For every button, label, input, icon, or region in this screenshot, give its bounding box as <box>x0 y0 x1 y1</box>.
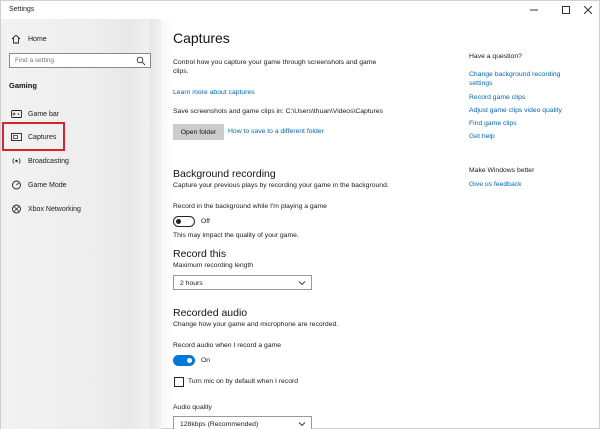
sidebar-item-game-bar[interactable]: Game bar <box>1 104 161 124</box>
search-icon[interactable] <box>136 56 146 66</box>
audio-quality-label: Audio quality <box>173 404 212 411</box>
sidebar-item-label: Broadcasting <box>28 157 69 165</box>
broadcast-icon <box>9 154 23 168</box>
sidebar-item-game-mode[interactable]: Game Mode <box>1 175 161 195</box>
background-recording-desc: Capture your previous plays by recording… <box>173 182 389 189</box>
feedback-heading: Make Windows better <box>469 167 535 174</box>
help-heading: Have a question? <box>469 53 522 60</box>
audio-quality-value: 128kbps (Recommended) <box>180 421 259 428</box>
help-link-record-clips[interactable]: Record game clips <box>469 94 525 101</box>
home-icon <box>9 32 23 46</box>
sidebar-item-label: Game Mode <box>28 181 67 189</box>
help-link-background-recording-cont[interactable]: settings <box>469 80 492 87</box>
audio-toggle-label: Record audio when I record a game <box>173 342 282 349</box>
page-title: Captures <box>173 30 230 46</box>
window-title: Settings <box>9 6 35 13</box>
sidebar-item-home[interactable]: Home <box>1 29 161 49</box>
sidebar-home-label: Home <box>28 35 47 43</box>
chevron-down-icon <box>298 279 306 287</box>
help-link-get-help[interactable]: Get help <box>469 133 495 140</box>
help-link-background-recording[interactable]: Change background recording <box>469 71 560 78</box>
sidebar-item-xbox-networking[interactable]: Xbox Networking <box>1 199 161 219</box>
intro-text-line1: Control how you capture your game throug… <box>173 59 377 66</box>
background-recording-toggle[interactable] <box>173 216 195 227</box>
sidebar-item-broadcasting[interactable]: Broadcasting <box>1 151 161 171</box>
sidebar-item-label: Game bar <box>28 110 60 118</box>
mic-default-checkbox[interactable] <box>174 377 184 387</box>
help-link-video-quality[interactable]: Adjust game clips video quality <box>469 107 562 114</box>
mic-default-label: Turn mic on by default when I record <box>188 378 299 385</box>
search-input[interactable] <box>10 54 130 67</box>
feedback-link[interactable]: Give us feedback <box>469 181 522 188</box>
selection-highlight-box <box>2 122 65 151</box>
record-audio-toggle[interactable] <box>173 355 195 366</box>
chevron-down-icon <box>298 420 306 428</box>
learn-more-link[interactable]: Learn more about captures <box>173 89 255 96</box>
recorded-audio-heading: Recorded audio <box>173 307 248 319</box>
xbox-icon <box>9 202 23 216</box>
search-box[interactable] <box>9 53 151 68</box>
max-length-value: 2 hours <box>180 280 203 287</box>
background-recording-heading: Background recording <box>173 168 276 180</box>
title-bar: Settings <box>1 1 600 19</box>
close-icon[interactable] <box>578 3 598 17</box>
minimize-icon[interactable] <box>524 3 544 17</box>
sidebar-section-gaming: Gaming <box>9 81 37 90</box>
background-toggle-state: Off <box>201 218 210 225</box>
different-folder-link[interactable]: How to save to a different folder <box>228 128 324 135</box>
recorded-audio-desc: Change how your game and microphone are … <box>173 321 339 328</box>
max-length-dropdown[interactable]: 2 hours <box>173 275 312 290</box>
maximize-icon[interactable] <box>556 3 576 17</box>
audio-quality-dropdown[interactable]: 128kbps (Recommended) <box>173 416 312 429</box>
intro-text-line2: clips. <box>173 68 189 75</box>
help-link-find-clips[interactable]: Find game clips <box>469 120 517 127</box>
background-toggle-label: Record in the background while I'm playi… <box>173 203 327 210</box>
game-mode-icon <box>9 178 23 192</box>
open-folder-button[interactable]: Open folder <box>173 124 224 140</box>
record-this-heading: Record this <box>173 248 227 260</box>
save-path-text: Save screenshots and game clips in: C:\U… <box>173 108 383 115</box>
settings-window: Settings Home Gaming Game bar <box>0 0 600 429</box>
background-note: This may impact the quality of your game… <box>173 232 299 239</box>
audio-toggle-state: On <box>201 357 211 364</box>
max-length-label: Maximum recording length <box>173 262 254 269</box>
game-bar-icon <box>9 107 23 121</box>
sidebar-item-label: Xbox Networking <box>28 205 81 213</box>
